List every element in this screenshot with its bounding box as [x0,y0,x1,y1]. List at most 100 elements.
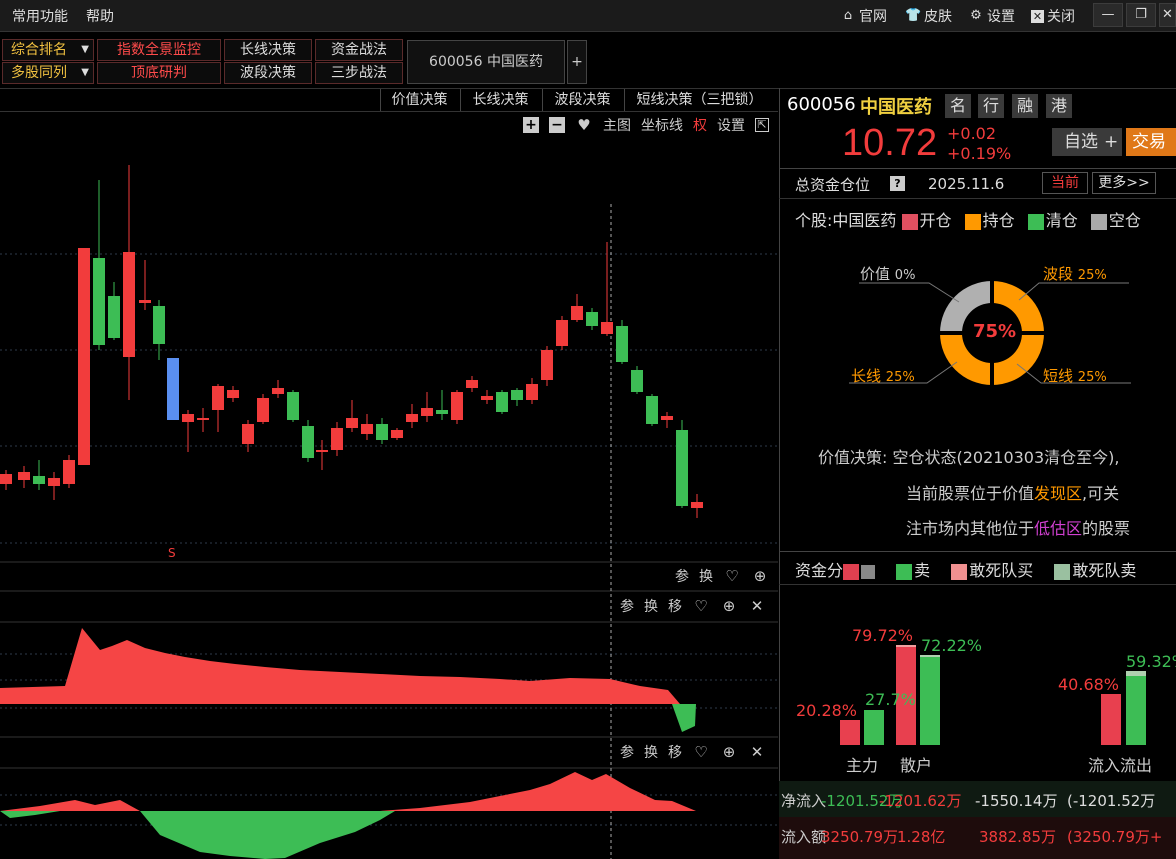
retail-buy-pct: 79.72% [852,626,914,645]
candle-body [451,392,463,420]
close-icon[interactable]: ✕ [748,597,766,615]
swap-button[interactable]: 换 [699,566,713,586]
candle-body [242,424,254,444]
candle-body [182,414,194,422]
legend-hold-swatch [964,213,981,230]
maximize-button[interactable]: ❐ [1126,3,1156,27]
segment-long-label: 长线 25% [851,367,915,385]
help-icon[interactable] [861,564,876,579]
candle-body [646,396,658,424]
net-inflow-row: 净流入 -1201.52万 -1201.62万 -1550.14万 (-1201… [779,781,1176,817]
close-box-icon: ✕ [1031,9,1044,23]
kline-chart[interactable]: S [0,0,778,859]
skin-link[interactable]: 👕 皮肤 [905,6,952,26]
segment-wave-label: 波段 25% [1043,265,1107,283]
candle-body [676,430,688,506]
chip-hk[interactable]: 港 [1046,94,1072,118]
trade-button[interactable]: 交易 [1126,128,1176,156]
close-window-button[interactable]: ✕ [1159,3,1176,27]
candle-body [123,252,135,357]
chip-name[interactable]: 名 [945,94,971,118]
bar-inflow [1101,694,1121,745]
bar-main-sell [864,710,884,745]
move-button[interactable]: 移 [668,596,682,616]
candle-body [541,350,553,380]
swap-button[interactable]: 换 [644,742,658,762]
more-button[interactable]: 更多>> [1092,172,1156,194]
swap-button[interactable]: 换 [644,596,658,616]
legend-buy-swatch [843,563,860,580]
candle-body [616,326,628,362]
value-zone-desc: 当前股票位于价值发现区,可关 [906,484,1120,503]
move-button[interactable]: 移 [668,742,682,762]
stock-name: 中国医药 [860,97,932,118]
candle-body [227,390,239,398]
current-button[interactable]: 当前 [1042,172,1088,194]
legend-open-swatch [901,213,918,230]
position-date: 2025.11.6 [928,175,1005,193]
indicator1-negative-area [672,704,696,732]
param-button[interactable]: 参 [620,742,634,762]
candle-body [526,384,538,400]
close-link[interactable]: ✕ 关闭 [1031,6,1075,26]
candle-body [33,476,45,484]
position-donut [849,279,1131,387]
indicator1-positive-area [0,628,680,704]
candle-body [391,430,403,438]
group-flow-label: 流入流出 [1088,756,1153,775]
candle-body [139,300,151,303]
indicator2-negative-area [0,811,395,859]
candle-body [48,478,60,486]
legend-sell-swatch [896,563,913,580]
candle-body [421,408,433,416]
panel1-tools: 参 换 ♡ ⊕ [675,566,769,586]
close-icon[interactable]: ✕ [748,743,766,761]
gear-icon: ⚙ [970,8,982,23]
heart-icon[interactable]: ♡ [723,567,741,585]
candle-body [406,414,418,422]
segment-short-label: 短线 25% [1043,367,1107,385]
panel2-tools: 参 换 移 ♡ ⊕ ✕ [620,596,766,616]
official-site-link[interactable]: ⌂ 官网 [840,6,887,26]
candle-body [316,450,328,452]
candle-body [571,306,583,320]
retail-sell-pct: 72.22% [921,636,983,655]
heart-icon[interactable]: ♡ [692,743,710,761]
candle-body [556,320,568,346]
zoom-icon[interactable]: ⊕ [720,743,738,761]
signal-mark: S [168,546,176,560]
bar-retail-sell [920,654,940,745]
zoom-icon[interactable]: ⊕ [751,567,769,585]
position-legend: 个股:中国医药 开仓 持仓 清仓 空仓 [795,211,1141,230]
candle-body [167,358,179,420]
candle-body [93,258,105,345]
param-button[interactable]: 参 [620,596,634,616]
candle-body [691,502,703,508]
price-change: +0.02 [947,124,997,143]
inflow-amount-row: 流入额 3250.79万 1.28亿 3882.85万 (3250.79万+ [779,817,1176,859]
add-watchlist-button[interactable]: 自选 + [1052,128,1122,156]
position-title: 总资金仓位 [795,176,871,194]
help-icon[interactable]: ? [890,176,905,191]
param-button[interactable]: 参 [675,566,689,586]
outflow-pct: 59.32% [1126,652,1176,671]
shirt-icon: 👕 [905,8,922,23]
zoom-icon[interactable]: ⊕ [720,597,738,615]
candle-body [496,392,508,412]
chip-margin[interactable]: 融 [1012,94,1038,118]
candle-body [212,386,224,410]
candle-body [331,428,343,450]
settings-link[interactable]: ⚙ 设置 [968,6,1015,26]
candle-body [481,396,493,400]
group-main-label: 主力 [846,756,879,775]
group-retail-label: 散户 [900,756,933,775]
candle-body [18,472,30,480]
chip-industry[interactable]: 行 [978,94,1004,118]
legend-clear-swatch [1027,213,1044,230]
low-zone-desc: 注市场内其他位于低估区的股票 [906,519,1131,538]
minimize-button[interactable]: — [1093,3,1123,27]
candle-body [108,296,120,338]
candle-body [511,390,523,400]
bar-outflow [1126,670,1146,745]
heart-icon[interactable]: ♡ [692,597,710,615]
